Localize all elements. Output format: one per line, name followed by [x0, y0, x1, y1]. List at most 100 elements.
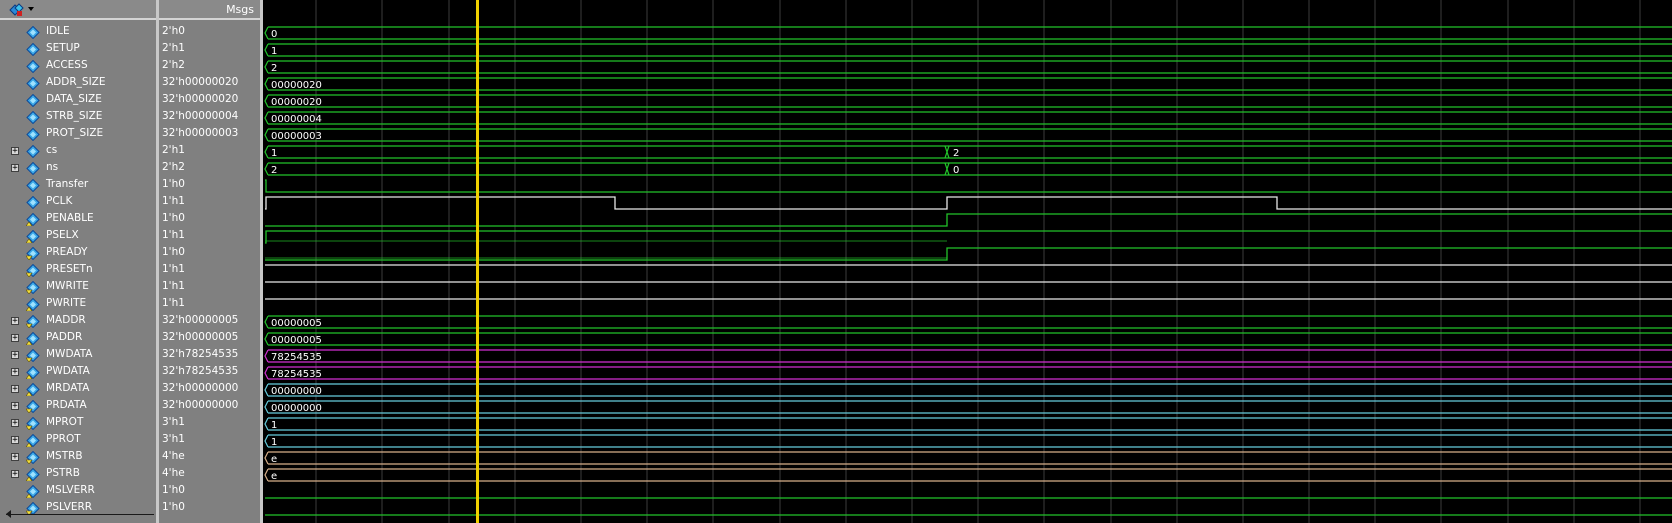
msgs-label: Msgs: [226, 3, 254, 16]
expand-icon[interactable]: +: [11, 334, 19, 343]
signal-name: cs: [46, 144, 58, 156]
expand-icon[interactable]: +: [11, 147, 19, 156]
signal-row-presetn[interactable]: PRESETn 1'h1: [0, 262, 260, 279]
signal-row-pready[interactable]: PREADY 1'h0: [0, 245, 260, 262]
signal-value: 32'h00000005: [162, 314, 239, 326]
signal-value: 32'h00000000: [162, 382, 239, 394]
values-header: Msgs: [159, 0, 260, 20]
signal-name: MWDATA: [46, 348, 93, 360]
signal-row-pwdata[interactable]: + PWDATA 32'h78254535: [0, 364, 260, 381]
signal-row-mstrb[interactable]: + MSTRB 4'he: [0, 449, 260, 466]
expand-icon[interactable]: +: [11, 436, 19, 445]
signal-value: 32'h78254535: [162, 365, 239, 377]
signal-name: PCLK: [46, 195, 73, 207]
signal-value: 32'h00000005: [162, 331, 239, 343]
bus-value-label: 1: [271, 46, 277, 57]
signal-value: 1'h1: [162, 263, 185, 275]
signal-row-pselx[interactable]: PSELX 1'h1: [0, 228, 260, 245]
output-icon: [26, 298, 40, 311]
chevron-down-icon[interactable]: [28, 7, 34, 11]
expand-icon[interactable]: +: [11, 317, 19, 326]
signal-value: 1'h1: [162, 280, 185, 292]
signal-row-penable[interactable]: PENABLE 1'h0: [0, 211, 260, 228]
expand-icon[interactable]: +: [11, 470, 19, 479]
signal-name: Transfer: [46, 178, 89, 190]
signal-name: MRDATA: [46, 382, 90, 394]
input-icon: [26, 281, 40, 294]
signal-name: MWRITE: [46, 280, 89, 292]
expand-icon[interactable]: +: [11, 351, 19, 360]
signal-name: SETUP: [46, 42, 80, 54]
signal-row-prot_size[interactable]: PROT_SIZE 32'h00000003: [0, 126, 260, 143]
parameter-icon: [26, 111, 40, 124]
signal-row-data_size[interactable]: DATA_SIZE 32'h00000020: [0, 92, 260, 109]
time-cursor[interactable]: [476, 0, 479, 523]
signal-row-pclk[interactable]: PCLK 1'h1: [0, 194, 260, 211]
signal-row-prdata[interactable]: + PRDATA 32'h00000000: [0, 398, 260, 415]
signal-row-setup[interactable]: SETUP 2'h1: [0, 41, 260, 58]
signal-row-mwrite[interactable]: MWRITE 1'h1: [0, 279, 260, 296]
signal-name: PREADY: [46, 246, 88, 258]
signal-name: PSLVERR: [46, 501, 93, 513]
signal-name: IDLE: [46, 25, 70, 37]
signal-value: 1'h1: [162, 297, 185, 309]
signal-value: 1'h1: [162, 229, 185, 241]
signal-name: PRESETn: [46, 263, 93, 275]
signal-row-mwdata[interactable]: + MWDATA 32'h78254535: [0, 347, 260, 364]
output-icon: [26, 434, 40, 447]
signal-row-paddr[interactable]: + PADDR 32'h00000005: [0, 330, 260, 347]
signal-row-cs[interactable]: + cs 2'h1: [0, 143, 260, 160]
bus-value-label: 00000000: [271, 403, 322, 414]
signal-value: 1'h1: [162, 195, 185, 207]
bus-value-label: 1: [271, 420, 277, 431]
bus-value-label: 0: [271, 29, 277, 40]
signal-value: 1'h0: [162, 246, 185, 258]
signal-row-mslverr[interactable]: MSLVERR 1'h0: [0, 483, 260, 500]
signal-name: MPROT: [46, 416, 84, 428]
parameter-icon: [26, 77, 40, 90]
expand-icon[interactable]: +: [11, 419, 19, 428]
signal-value: 1'h0: [162, 484, 185, 496]
expand-icon[interactable]: +: [11, 402, 19, 411]
waveform-canvas[interactable]: 012000000200000002000000004000000031 22 00…: [263, 0, 1672, 523]
expand-icon[interactable]: +: [11, 453, 19, 462]
signal-value: 2'h2: [162, 161, 185, 173]
signal-name: ns: [46, 161, 59, 173]
output-icon: [26, 230, 40, 243]
signal-row-maddr[interactable]: + MADDR 32'h00000005: [0, 313, 260, 330]
signal-value: 2'h1: [162, 144, 185, 156]
bus-value-label: 00000020: [271, 97, 322, 108]
horizontal-scrollbar[interactable]: [6, 514, 154, 515]
signal-row-addr_size[interactable]: ADDR_SIZE 32'h00000020: [0, 75, 260, 92]
signal-row-pprot[interactable]: + PPROT 3'h1: [0, 432, 260, 449]
signal-name: DATA_SIZE: [46, 93, 102, 105]
signal-row-mrdata[interactable]: + MRDATA 32'h00000000: [0, 381, 260, 398]
signal-row-pwrite[interactable]: PWRITE 1'h1: [0, 296, 260, 313]
input-icon: [26, 349, 40, 362]
signal-row-ns[interactable]: + ns 2'h2: [0, 160, 260, 177]
signal-name: PWRITE: [46, 297, 87, 309]
wave-format-icon[interactable]: [8, 3, 24, 17]
signal-row-pstrb[interactable]: + PSTRB 4'he: [0, 466, 260, 483]
waveform-pane[interactable]: 0 1 2 00000020 00000020 00000004 00000003 1 2 2 0 0…: [263, 0, 1672, 523]
signal-name: PENABLE: [46, 212, 94, 224]
signal-row-idle[interactable]: IDLE 2'h0: [0, 24, 260, 41]
bus-value-label: 00000000: [271, 386, 322, 397]
signal-icon: [26, 162, 40, 175]
bus-value-label: 00000005: [271, 318, 322, 329]
signal-row-mprot[interactable]: + MPROT 3'h1: [0, 415, 260, 432]
expand-icon[interactable]: +: [11, 385, 19, 394]
input-icon: [26, 400, 40, 413]
signal-icon: [26, 196, 40, 209]
signal-name: ADDR_SIZE: [46, 76, 106, 88]
signal-name: PSTRB: [46, 467, 80, 479]
signal-row-transfer[interactable]: Transfer 1'h0: [0, 177, 260, 194]
expand-icon[interactable]: +: [11, 368, 19, 377]
expand-icon[interactable]: +: [11, 164, 19, 173]
parameter-icon: [26, 94, 40, 107]
signal-row-strb_size[interactable]: STRB_SIZE 32'h00000004: [0, 109, 260, 126]
bus-value-label: 00000004: [271, 114, 322, 125]
signal-row-access[interactable]: ACCESS 2'h2: [0, 58, 260, 75]
signal-value: 2'h0: [162, 25, 185, 37]
bus-value-label: e: [271, 471, 277, 482]
